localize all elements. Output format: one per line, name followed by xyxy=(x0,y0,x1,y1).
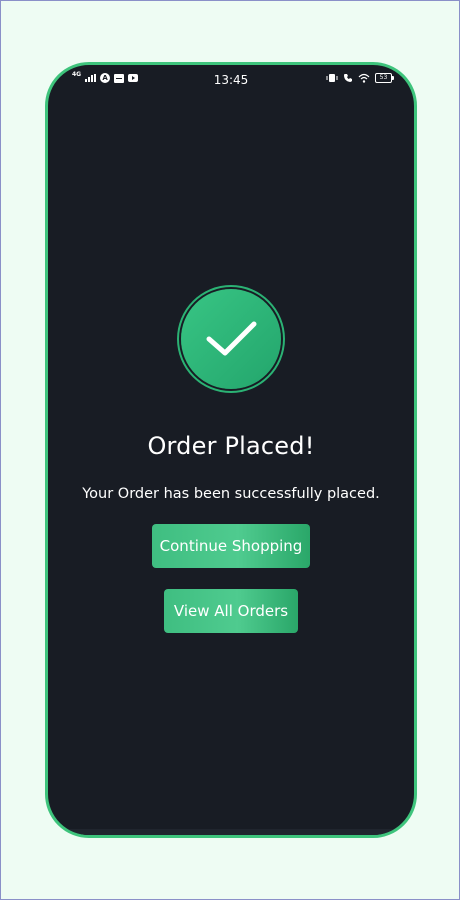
confirmation-message: Your Order has been successfully placed. xyxy=(82,486,380,502)
call-icon xyxy=(344,74,352,82)
phone-frame: 4G A 13:45 53 Order Placed! Your Order h… xyxy=(45,62,417,838)
status-bar: 4G A 13:45 53 xyxy=(48,65,414,95)
bottom-bar xyxy=(48,829,414,835)
wifi-icon xyxy=(358,73,370,83)
battery-icon: 53 xyxy=(375,73,394,83)
check-icon xyxy=(206,321,257,356)
vibrate-icon xyxy=(326,74,338,82)
success-badge xyxy=(181,289,281,389)
confirmation-title: Order Placed! xyxy=(147,432,315,460)
view-all-orders-button[interactable]: View All Orders xyxy=(164,589,298,633)
status-right-icons: 53 xyxy=(326,73,394,83)
continue-shopping-button[interactable]: Continue Shopping xyxy=(152,524,310,568)
